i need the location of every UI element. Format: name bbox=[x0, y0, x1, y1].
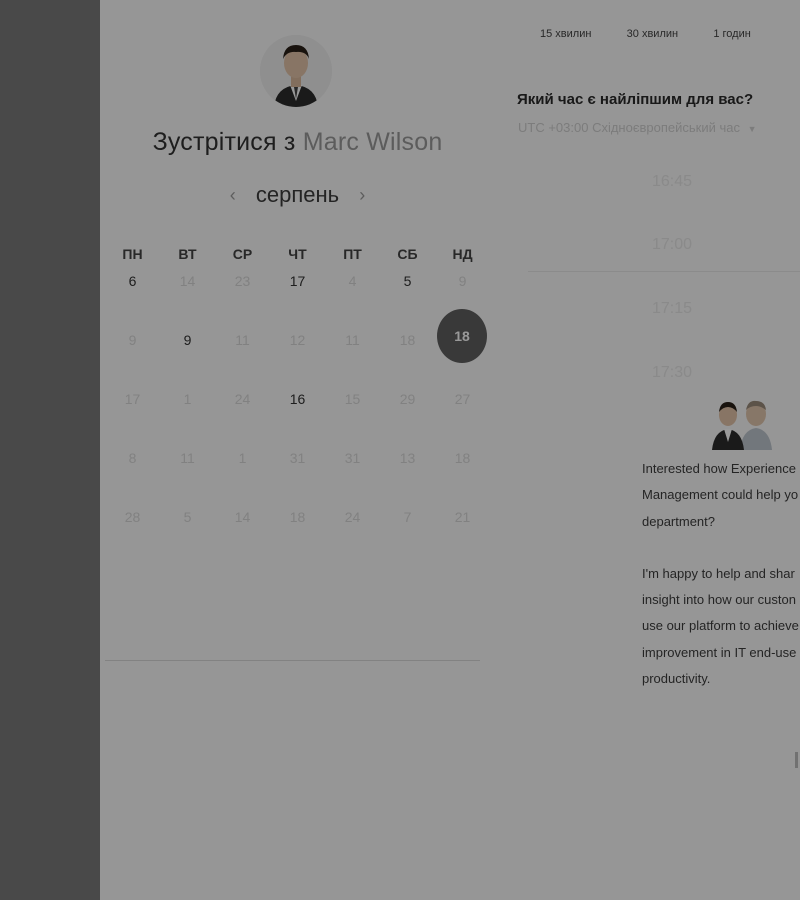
meeting-title: Зустрітися з Marc Wilson bbox=[100, 128, 495, 157]
weekday-label: ПТ bbox=[343, 246, 362, 262]
host-description: Interested how Experience Management cou… bbox=[642, 456, 800, 692]
description-line: improvement in IT end-use bbox=[642, 644, 797, 660]
time-slot-divider bbox=[528, 271, 800, 272]
scheduler-panel: 15 хвилин 30 хвилин 1 годин Зустрітися з… bbox=[100, 0, 800, 900]
people-photo-icon bbox=[712, 400, 772, 450]
timezone-value: UTC +03:00 Східноєвропейський час bbox=[518, 120, 740, 135]
calendar-day: 11 bbox=[235, 332, 250, 348]
time-slot[interactable]: 17:15 bbox=[652, 300, 692, 318]
calendar-day: 7 bbox=[403, 509, 412, 525]
caret-down-icon: ▼ bbox=[747, 124, 757, 134]
calendar-day: 14 bbox=[179, 273, 196, 289]
weekday-label: ЧТ bbox=[288, 246, 307, 262]
selected-day-pill[interactable]: 18 bbox=[437, 309, 487, 363]
description-line: Management could help yo bbox=[642, 487, 799, 503]
calendar-day: 18 bbox=[289, 509, 306, 525]
chevron-right-icon: › bbox=[359, 185, 366, 205]
calendar-day: 12 bbox=[289, 332, 306, 348]
calendar-week-row: 6 14 23 17 4 5 9 bbox=[105, 270, 490, 329]
next-month-button[interactable]: › bbox=[345, 185, 379, 206]
description-line: Interested how Experience bbox=[642, 461, 796, 476]
timezone-select[interactable]: UTC +03:00 Східноєвропейський час ▼ bbox=[518, 120, 757, 135]
calendar-day: 18 bbox=[454, 450, 471, 466]
team-avatars bbox=[708, 398, 778, 450]
month-label: серпень bbox=[255, 182, 340, 208]
weekday-label: СБ bbox=[397, 246, 418, 262]
calendar-week-row: 8 11 1 31 31 13 18 bbox=[105, 447, 490, 506]
meeting-title-prefix: Зустрітися з bbox=[152, 128, 296, 156]
description-line: insight into how our custon bbox=[642, 592, 796, 608]
calendar-day: 5 bbox=[183, 509, 192, 525]
time-slot[interactable]: 16:45 bbox=[652, 173, 692, 191]
person-photo-icon bbox=[260, 35, 332, 107]
description-paragraph: Interested how Experience Management cou… bbox=[642, 456, 800, 535]
calendar-day: 27 bbox=[454, 391, 471, 407]
calendar-grid: 6 14 23 17 4 5 9 9 9 11 12 11 18 18 17 1 24 16 15 29 27 8 11 1 3… bbox=[105, 270, 490, 565]
duration-option-60[interactable]: 1 годин bbox=[713, 28, 800, 40]
calendar-week-row: 9 9 11 12 11 18 18 bbox=[105, 309, 490, 388]
calendar-day-selected[interactable]: 18 bbox=[435, 309, 490, 388]
calendar-week-row: 28 5 14 18 24 7 21 bbox=[105, 506, 490, 565]
calendar-day: 11 bbox=[180, 450, 195, 466]
calendar-day: 23 bbox=[234, 273, 251, 289]
calendar-day[interactable]: 17 bbox=[270, 270, 325, 329]
calendar-day: 21 bbox=[454, 509, 471, 525]
description-line: productivity. bbox=[642, 671, 711, 687]
calendar-day: 24 bbox=[234, 391, 251, 407]
weekday-label: ПН bbox=[122, 246, 143, 262]
description-line: I'm happy to help and shar bbox=[642, 565, 795, 581]
weekday-label: СР bbox=[232, 246, 253, 262]
calendar-day: 28 bbox=[124, 509, 141, 525]
weekday-label: НД bbox=[452, 246, 473, 262]
calendar-day: 29 bbox=[399, 391, 416, 407]
weekday-header: ПН ВТ СР ЧТ ПТ СБ НД bbox=[105, 246, 490, 262]
duration-option-30[interactable]: 30 хвилин bbox=[627, 28, 714, 40]
calendar-day: 1 bbox=[183, 391, 192, 407]
prev-month-button[interactable]: ‹ bbox=[216, 185, 250, 206]
chevron-left-icon: ‹ bbox=[229, 185, 236, 205]
calendar-day: 4 bbox=[348, 273, 357, 289]
description-paragraph: I'm happy to help and shar insight into … bbox=[642, 561, 800, 692]
host-avatar bbox=[260, 35, 332, 107]
calendar-day[interactable]: 6 bbox=[105, 270, 160, 329]
calendar-day: 13 bbox=[399, 450, 416, 466]
time-slot[interactable]: 17:00 bbox=[652, 236, 692, 254]
duration-option-15[interactable]: 15 хвилин bbox=[540, 28, 627, 40]
time-question-heading: Який час є найліпшим для вас? bbox=[517, 91, 754, 108]
host-name: Marc Wilson bbox=[302, 128, 443, 156]
month-navigation: ‹ серпень › bbox=[100, 181, 495, 208]
calendar-day: 9 bbox=[128, 332, 137, 348]
time-slot[interactable]: 17:30 bbox=[652, 364, 692, 382]
calendar-day: 8 bbox=[128, 450, 137, 466]
duration-options: 15 хвилин 30 хвилин 1 годин bbox=[540, 28, 800, 40]
calendar-day: 24 bbox=[344, 509, 361, 525]
calendar-day: 14 bbox=[234, 509, 251, 525]
calendar-day: 18 bbox=[399, 332, 416, 348]
weekday-label: ВТ bbox=[178, 246, 197, 262]
calendar-divider bbox=[105, 660, 480, 661]
calendar-day: 31 bbox=[289, 450, 306, 466]
description-line: department? bbox=[642, 513, 715, 529]
calendar-week-row: 17 1 24 16 15 29 27 bbox=[105, 388, 490, 447]
calendar-day: 1 bbox=[238, 450, 247, 466]
calendar-day[interactable]: 16 bbox=[270, 388, 325, 447]
scroll-indicator bbox=[795, 752, 798, 768]
calendar-day: 17 bbox=[124, 391, 141, 407]
calendar-day[interactable]: 9 bbox=[160, 329, 215, 388]
calendar-day: 15 bbox=[344, 391, 361, 407]
calendar-day: 11 bbox=[345, 332, 360, 348]
calendar-day: 31 bbox=[344, 450, 361, 466]
calendar-day[interactable]: 5 bbox=[380, 270, 435, 329]
description-line: use our platform to achieve bbox=[642, 618, 799, 634]
